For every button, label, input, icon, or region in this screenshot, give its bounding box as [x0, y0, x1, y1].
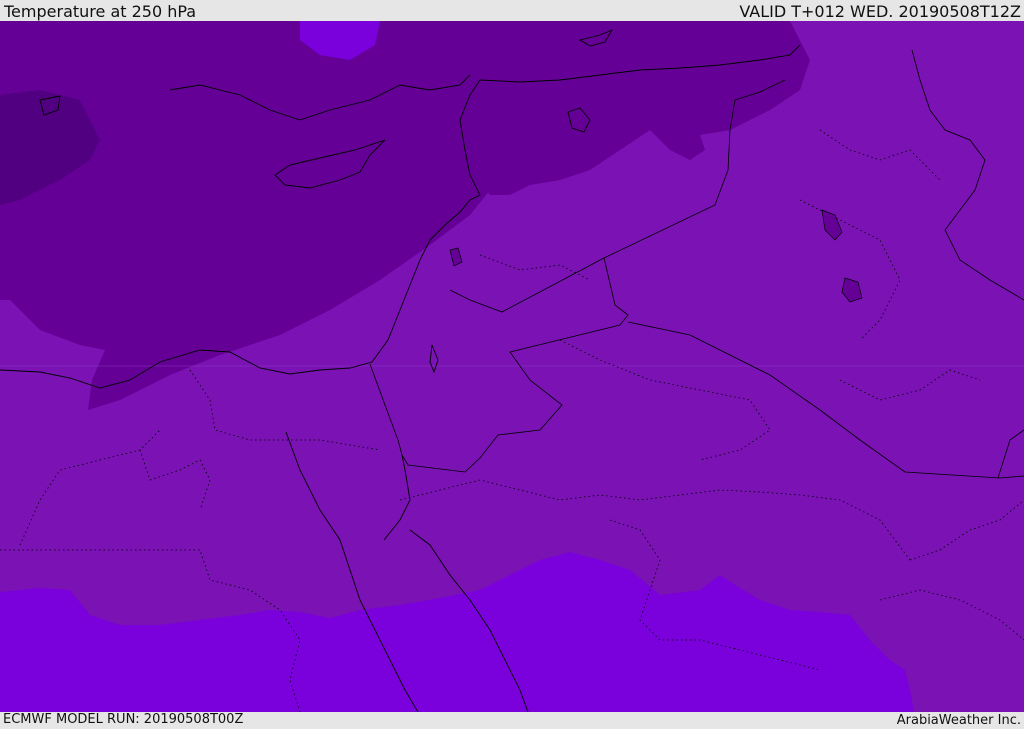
- model-run-label: ECMWF MODEL RUN: 20190508T00Z: [3, 712, 244, 727]
- map-title: Temperature at 250 hPa: [4, 2, 197, 21]
- valid-time-label: VALID T+012 WED. 20190508T12Z: [739, 2, 1021, 21]
- header-bar: Temperature at 250 hPa VALID T+012 WED. …: [0, 0, 1024, 21]
- map-svg: [0, 21, 1024, 712]
- footer-bar: ECMWF MODEL RUN: 20190508T00Z ArabiaWeat…: [0, 712, 1024, 729]
- credit-label: ArabiaWeather Inc.: [896, 713, 1021, 728]
- temperature-map[interactable]: [0, 21, 1024, 712]
